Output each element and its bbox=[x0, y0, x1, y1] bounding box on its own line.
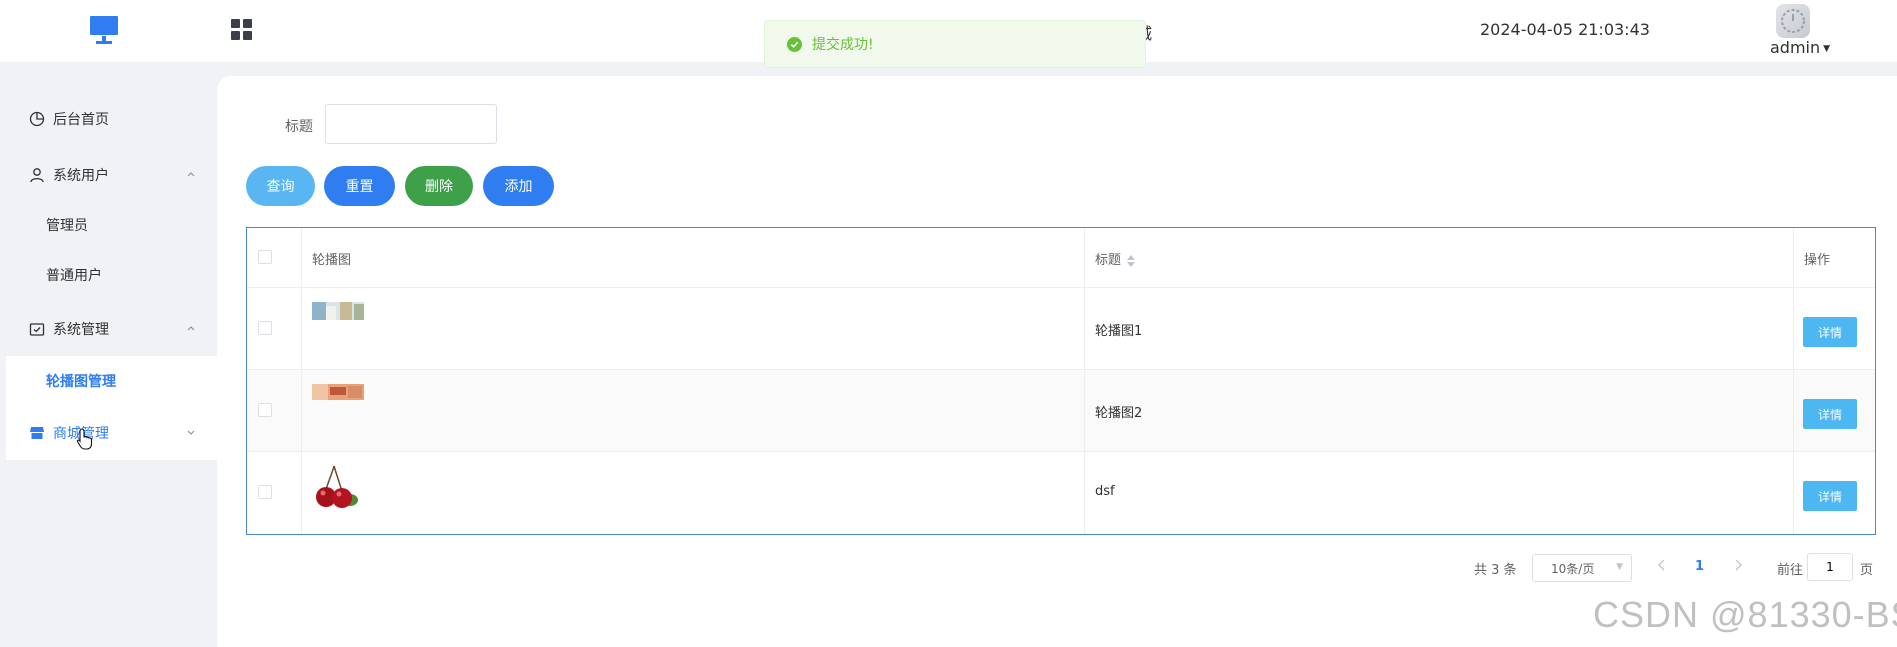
user-icon bbox=[29, 167, 45, 183]
clock-avatar-icon bbox=[1781, 9, 1805, 33]
current-datetime: 2024-04-05 21:03:43 bbox=[1480, 20, 1650, 39]
row-title: 轮播图1 bbox=[1095, 324, 1143, 339]
sidebar-item-home[interactable]: 后台首页 bbox=[6, 92, 217, 146]
detail-button[interactable]: 详情 bbox=[1803, 317, 1857, 347]
row-title: 轮播图2 bbox=[1095, 406, 1143, 421]
hand-cursor-icon bbox=[76, 428, 93, 450]
sidebar-item-label: 后台首页 bbox=[53, 112, 109, 128]
toast-message: 提交成功! bbox=[812, 37, 874, 53]
chevron-right-icon bbox=[1735, 559, 1742, 571]
sidebar-item-system-users[interactable]: 系统用户 bbox=[6, 148, 217, 202]
detail-button[interactable]: 详情 bbox=[1803, 481, 1857, 511]
chevron-down-icon: ▼ bbox=[1823, 44, 1831, 54]
banner-table: 轮播图 标题 操作 轮播图1 详情 轮播图2 详情 dsf 详情 bbox=[246, 227, 1876, 535]
table-row: dsf 详情 bbox=[247, 452, 1875, 534]
chevron-left-icon bbox=[1658, 559, 1665, 571]
main-content: 标题 查询 重置 删除 添加 轮播图 标题 操作 轮播图1 详情 轮播图2 详情… bbox=[217, 76, 1897, 647]
chevron-down-icon bbox=[185, 426, 197, 438]
next-page-button[interactable] bbox=[1733, 559, 1743, 587]
select-all-checkbox[interactable] bbox=[258, 250, 272, 264]
grid-menu-icon[interactable] bbox=[230, 18, 254, 42]
watermark: CSDN @81330-BS bbox=[1593, 594, 1897, 635]
column-header-image: 轮播图 bbox=[312, 253, 352, 268]
detail-button[interactable]: 详情 bbox=[1803, 399, 1857, 429]
sidebar-item-regular-users[interactable]: 普通用户 bbox=[6, 250, 217, 300]
cherry-thumbnail[interactable] bbox=[312, 464, 360, 510]
sidebar-item-label: 系统管理 bbox=[53, 322, 109, 338]
table-header-row: 轮播图 标题 操作 bbox=[247, 228, 1875, 288]
row-checkbox[interactable] bbox=[258, 403, 272, 417]
banner-thumbnail[interactable] bbox=[312, 384, 364, 400]
goto-prefix-label: 前往 bbox=[1777, 563, 1804, 578]
username-label: admin bbox=[1770, 38, 1821, 57]
goto-page-input[interactable] bbox=[1807, 553, 1853, 581]
add-button[interactable]: 添加 bbox=[483, 166, 554, 206]
sidebar-item-system-management[interactable]: 系统管理 bbox=[6, 302, 217, 356]
pie-chart-icon bbox=[29, 111, 45, 127]
column-header-title[interactable]: 标题 bbox=[1095, 249, 1136, 268]
pagination-total: 共 3 条 bbox=[1474, 563, 1517, 578]
chevron-up-icon bbox=[185, 322, 197, 334]
checkbox-folder-icon bbox=[29, 321, 45, 337]
table-row: 轮播图1 详情 bbox=[247, 288, 1875, 370]
title-filter-input[interactable] bbox=[325, 104, 497, 144]
row-title: dsf bbox=[1095, 484, 1115, 499]
sidebar-item-banner-management[interactable]: 轮播图管理 bbox=[6, 356, 217, 406]
query-button[interactable]: 查询 bbox=[246, 166, 315, 206]
reset-button[interactable]: 重置 bbox=[324, 166, 395, 206]
user-dropdown[interactable]: admin ▼ bbox=[1770, 38, 1830, 57]
row-checkbox[interactable] bbox=[258, 321, 272, 335]
table-row: 轮播图2 详情 bbox=[247, 370, 1875, 452]
page-number-current[interactable]: 1 bbox=[1695, 559, 1704, 587]
title-filter-label: 标题 bbox=[285, 119, 313, 135]
sidebar-item-label: 系统用户 bbox=[53, 168, 109, 184]
monitor-logo-icon[interactable] bbox=[88, 14, 120, 46]
column-header-actions: 操作 bbox=[1804, 253, 1831, 268]
check-circle-icon bbox=[787, 36, 802, 52]
delete-button[interactable]: 删除 bbox=[405, 166, 473, 206]
row-checkbox[interactable] bbox=[258, 485, 272, 499]
page-size-value: 10条/页 bbox=[1551, 562, 1595, 576]
success-toast: 提交成功! bbox=[764, 20, 1146, 68]
chevron-up-icon bbox=[185, 168, 197, 180]
avatar[interactable] bbox=[1776, 4, 1810, 38]
goto-suffix-label: 页 bbox=[1860, 563, 1874, 578]
chevron-down-icon: ▼ bbox=[1616, 562, 1623, 572]
sidebar-item-mall-management[interactable]: 商城管理 bbox=[6, 406, 217, 460]
shop-icon bbox=[29, 425, 45, 441]
sidebar-item-admins[interactable]: 管理员 bbox=[6, 200, 217, 250]
prev-page-button[interactable] bbox=[1657, 559, 1667, 587]
sidebar: 后台首页 系统用户 管理员 普通用户 系统管理 轮播图管理 商城管理 bbox=[0, 62, 217, 647]
banner-thumbnail[interactable] bbox=[312, 302, 364, 320]
sort-icon[interactable] bbox=[1127, 254, 1136, 268]
page-size-select[interactable]: 10条/页 ▼ bbox=[1532, 554, 1632, 582]
